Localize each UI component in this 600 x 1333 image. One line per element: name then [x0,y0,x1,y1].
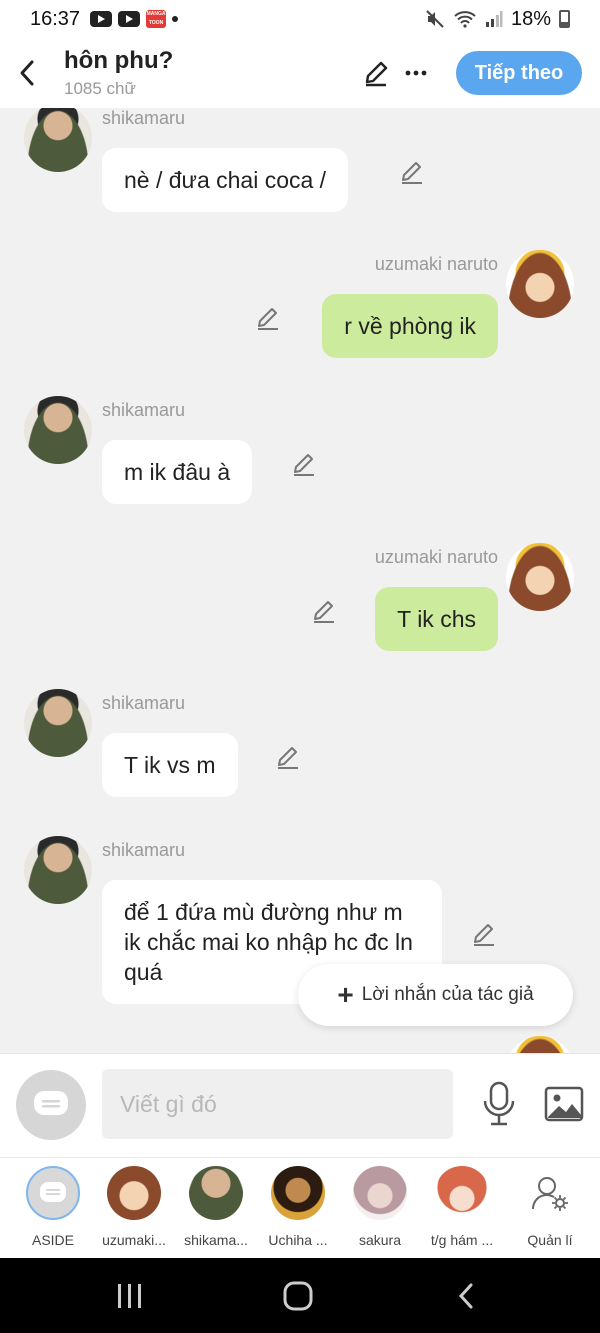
home-button[interactable] [278,1278,318,1314]
character-tg[interactable]: t/g hám ... [422,1166,502,1248]
character-label: ASIDE [31,1232,74,1248]
sender-name: shikamaru [102,108,186,128]
aside-avatar [26,1166,80,1220]
author-note-label: Lời nhắn của tác giả [361,984,534,1005]
next-button[interactable]: Tiếp theo [456,51,582,95]
message-input[interactable] [102,1069,453,1139]
user-settings-icon [523,1166,577,1220]
avatar-shikamaru[interactable] [24,689,92,757]
pencil-icon[interactable] [290,450,318,478]
mute-icon [426,10,444,28]
recents-icon [118,1284,141,1308]
pencil-icon[interactable] [254,304,282,332]
wifi-icon [454,11,476,28]
avatar [271,1166,325,1220]
chat-thread[interactable]: shikamaru nè / đưa chai coca / uzumaki n… [0,108,600,1053]
author-note-button[interactable]: + Lời nhắn của tác giả [298,964,573,1026]
character-label: t/g hám ... [430,1232,494,1248]
pencil-icon [365,61,388,87]
character-label: uzumaki... [102,1232,166,1248]
plus-icon: + [337,979,354,1010]
youtube-icon [90,11,113,27]
pencil-icon[interactable] [274,743,302,771]
back-nav-button[interactable] [446,1278,486,1314]
battery-percent: 18% [510,7,551,30]
character-label: shikama... [184,1232,248,1248]
chapter-info: hôn phu? 1085 chữ [64,47,173,99]
avatar [435,1166,489,1220]
message-bubble[interactable]: r về phòng ik [322,294,498,358]
home-icon [283,1281,313,1311]
chapter-title[interactable]: hôn phu? [64,47,173,75]
signal-icon [485,11,503,27]
character-sakura[interactable]: sakura [340,1166,420,1248]
back-button[interactable] [2,38,52,108]
sender-name: shikamaru [102,840,186,860]
chevron-left-icon [20,60,34,86]
sender-name: uzumaki naruto [374,547,498,567]
image-icon[interactable] [544,1084,584,1124]
avatar-shikamaru[interactable] [24,396,92,464]
microphone-icon[interactable] [478,1081,520,1127]
notification-dot-icon [172,16,179,22]
character-aside[interactable]: ASIDE [13,1166,93,1248]
message-bubble[interactable]: T ik chs [375,587,498,651]
recents-button[interactable] [110,1278,150,1314]
more-options-button[interactable] [396,53,436,93]
character-shikamaru[interactable]: shikama... [176,1166,256,1248]
youtube-icon [118,11,141,27]
status-time: 16:37 [30,7,81,30]
character-selector: ASIDE uzumaki... shikama... Uchiha ... s… [0,1157,600,1258]
pencil-icon[interactable] [470,920,498,948]
character-label: Uchiha ... [268,1232,328,1248]
avatar-uzumaki-naruto[interactable] [506,250,574,318]
avatar [189,1166,243,1220]
avatar [107,1166,161,1220]
character-uzumaki[interactable]: uzumaki... [94,1166,174,1248]
aside-toggle-button[interactable] [16,1070,86,1140]
pencil-icon[interactable] [310,597,338,625]
avatar-shikamaru[interactable] [24,836,92,904]
back-icon [458,1283,473,1309]
sender-name: shikamaru [102,693,186,713]
avatar-uzumaki-naruto[interactable] [506,1036,574,1053]
avatar-shikamaru[interactable] [24,108,92,172]
avatar-uzumaki-naruto[interactable] [506,543,574,611]
pencil-icon[interactable] [398,158,426,186]
message-bubble[interactable]: m ik đâu à [102,440,253,504]
character-label: sakura [358,1232,402,1248]
message-bubble[interactable]: nè / đưa chai coca / [102,148,349,212]
avatar [353,1166,407,1220]
word-count: 1085 chữ [64,79,136,98]
sender-name: shikamaru [102,400,186,420]
chat-bubble-icon [34,1091,68,1115]
chat-bubble-icon [40,1182,66,1202]
edit-title-button[interactable] [356,53,396,93]
editor-header: hôn phu? 1085 chữ Tiếp theo [0,38,600,108]
mangatoon-icon: MANGA TOON [146,10,167,28]
status-bar: 16:37 MANGA TOON 18% [0,0,600,38]
more-horizontal-icon [405,70,427,76]
character-uchiha[interactable]: Uchiha ... [258,1166,338,1248]
sender-name: uzumaki naruto [374,254,498,274]
manage-characters-button[interactable]: Quản lí [510,1166,590,1248]
message-bubble[interactable]: T ik vs m [102,733,238,797]
character-label: Quản lí [527,1232,573,1248]
battery-icon [559,10,570,28]
system-navigation-bar [0,1258,600,1333]
compose-bar [0,1053,600,1157]
